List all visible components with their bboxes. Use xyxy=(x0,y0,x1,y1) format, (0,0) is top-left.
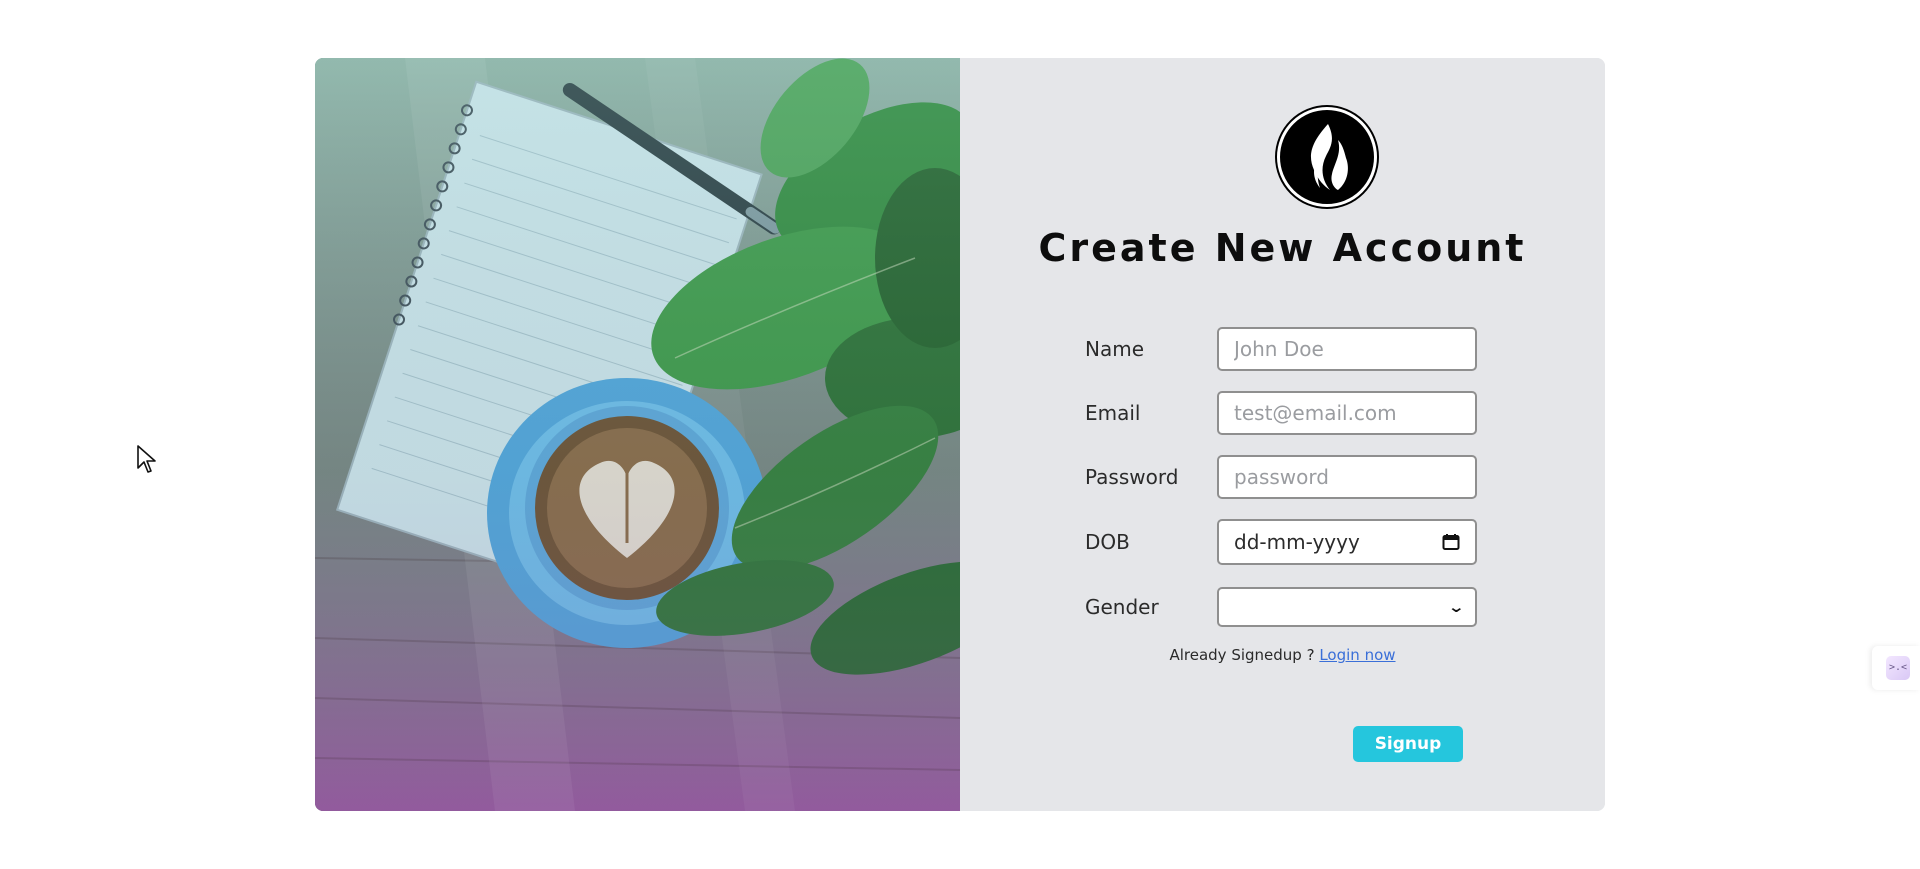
hero-photo xyxy=(315,58,960,811)
already-text: Already Signedup ? xyxy=(1169,646,1320,664)
signup-card: Create New Account Name Email Password D… xyxy=(315,58,1605,811)
email-input[interactable] xyxy=(1217,391,1477,435)
login-now-link[interactable]: Login now xyxy=(1319,646,1395,664)
flame-logo-icon xyxy=(1277,107,1377,207)
chevron-down-icon: ⌄ xyxy=(1447,598,1466,616)
name-label: Name xyxy=(1085,337,1145,361)
mouse-pointer-icon xyxy=(137,445,156,473)
email-row: Email xyxy=(1085,390,1485,436)
floating-widget[interactable]: >.< xyxy=(1872,646,1920,690)
extension-widget-icon[interactable]: >.< xyxy=(1886,656,1910,680)
dob-input[interactable]: dd-mm-yyyy xyxy=(1217,519,1477,565)
coffee-notebook-plant-image xyxy=(315,58,960,811)
password-label: Password xyxy=(1085,465,1179,489)
gender-select[interactable]: ⌄ xyxy=(1217,587,1477,627)
name-input[interactable] xyxy=(1217,327,1477,371)
page-title: Create New Account xyxy=(1038,226,1527,270)
gender-label: Gender xyxy=(1085,595,1159,619)
calendar-icon[interactable] xyxy=(1442,533,1460,551)
name-row: Name xyxy=(1085,326,1485,372)
dob-row: DOB dd-mm-yyyy xyxy=(1085,519,1485,565)
password-row: Password xyxy=(1085,454,1485,500)
signup-button[interactable]: Signup xyxy=(1353,726,1463,762)
password-input[interactable] xyxy=(1217,455,1477,499)
email-label: Email xyxy=(1085,401,1141,425)
dob-placeholder: dd-mm-yyyy xyxy=(1234,530,1360,554)
dob-label: DOB xyxy=(1085,530,1130,554)
signup-form-panel: Create New Account Name Email Password D… xyxy=(960,58,1605,811)
gender-row: Gender ⌄ xyxy=(1085,584,1485,630)
already-signed-up: Already Signedup ? Login now xyxy=(960,646,1605,664)
